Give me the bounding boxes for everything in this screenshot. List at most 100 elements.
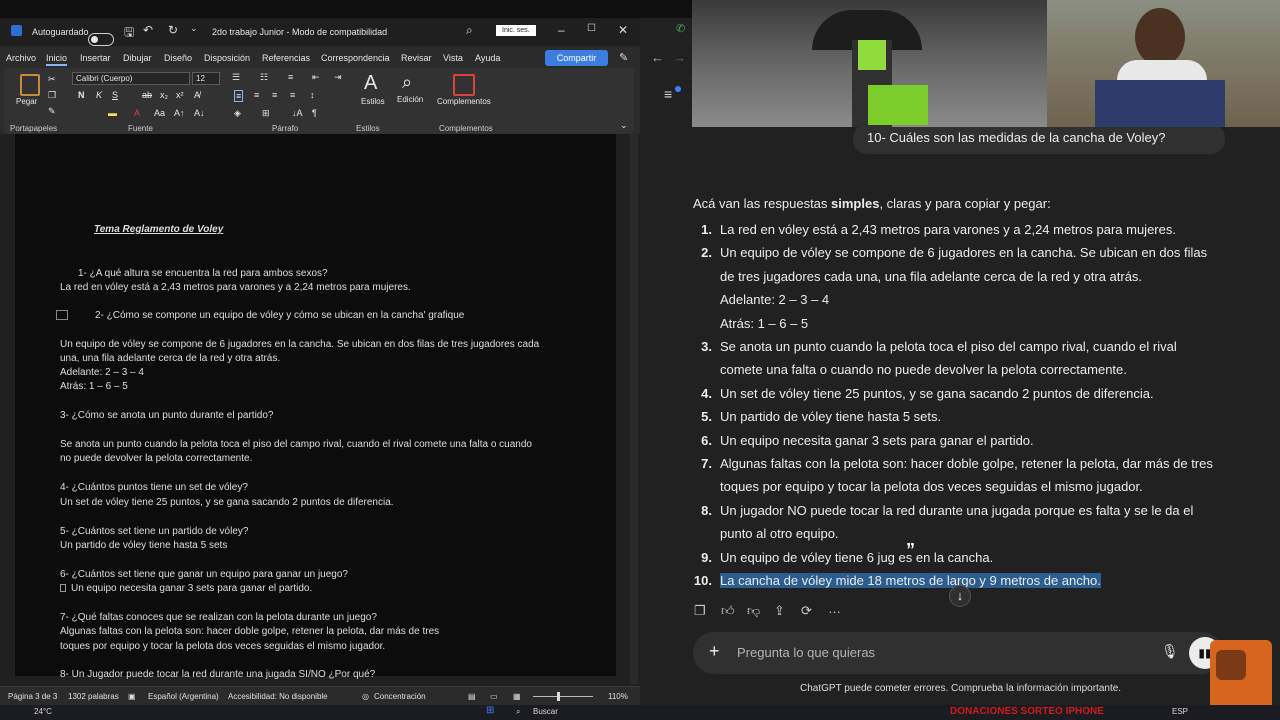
word-count[interactable]: 1302 palabras (68, 692, 119, 701)
more-icon[interactable]: … (828, 601, 841, 616)
addins-icon[interactable] (453, 74, 475, 96)
maximize-icon[interactable]: ☐ (587, 23, 596, 34)
scroll-down-icon[interactable]: ↓ (949, 585, 971, 607)
add-attachment-icon[interactable]: + (709, 641, 720, 662)
sidebar-menu-icon[interactable]: ≡ (664, 86, 672, 102)
taskbar-search-icon[interactable]: ⌕ (516, 707, 520, 717)
save-icon[interactable]: 🖫 (124, 23, 134, 44)
multilevel-icon[interactable]: ≡ (288, 72, 293, 82)
menu-tab-9[interactable]: Vista (443, 53, 463, 63)
taskbar-search[interactable]: Buscar (533, 707, 558, 716)
autosave-toggle[interactable] (88, 32, 114, 46)
font-color-icon[interactable]: A (134, 108, 140, 118)
menu-tab-6[interactable]: Referencias (262, 53, 310, 63)
menu-tab-5[interactable]: Disposición (204, 53, 250, 63)
align-center-icon[interactable]: ≡ (254, 90, 259, 100)
microphone-icon[interactable]: 🎙︎ (1161, 643, 1179, 660)
shrink-font-icon[interactable]: A↓ (194, 108, 205, 118)
sort-icon[interactable]: ↓A (292, 108, 303, 118)
copy-icon[interactable]: ❐ (48, 90, 56, 101)
grow-font-icon[interactable]: A↑ (174, 108, 185, 118)
align-left-icon[interactable]: ≡ (234, 90, 244, 102)
underline-icon[interactable]: S (112, 90, 118, 100)
align-right-icon[interactable]: ≡ (272, 90, 277, 100)
show-marks-icon[interactable]: ¶ (312, 108, 317, 118)
undo-icon[interactable]: ↶ (143, 23, 153, 37)
accessibility-status[interactable]: Accesibilidad: No disponible (228, 692, 328, 701)
signin-button[interactable]: Inic. ses. (496, 25, 536, 36)
addins-button-label[interactable]: Complementos (437, 97, 491, 106)
format-painter-icon[interactable]: ✎ (48, 106, 56, 117)
redo-icon[interactable]: ↻ (168, 23, 178, 37)
paste-icon[interactable] (20, 74, 40, 96)
italic-icon[interactable]: K (96, 90, 102, 100)
search-icon[interactable]: ⌕ (466, 23, 473, 38)
clear-format-icon[interactable]: A̸ (194, 90, 200, 100)
page-count[interactable]: Página 3 de 3 (8, 692, 57, 701)
menu-tab-10[interactable]: Ayuda (475, 53, 500, 63)
strikethrough-icon[interactable]: ab (142, 90, 152, 100)
minimize-icon[interactable]: – (558, 23, 565, 37)
weather-temp[interactable]: 24°C (34, 707, 52, 716)
styles-icon[interactable]: A (364, 72, 377, 95)
pen-icon[interactable]: ✎ (619, 51, 628, 64)
font-name-combo[interactable]: Calibri (Cuerpo) (72, 72, 190, 85)
quote-icon[interactable]: ” (906, 540, 915, 561)
document-scrollbar[interactable] (630, 134, 638, 684)
zoom-thumb[interactable] (557, 692, 560, 701)
editing-icon[interactable]: ⌕ (402, 72, 412, 93)
menu-tab-8[interactable]: Revisar (401, 53, 432, 63)
whatsapp-icon[interactable]: ✆ (676, 22, 685, 35)
language[interactable]: Español (Argentina) (148, 692, 219, 701)
share-icon[interactable]: ⇪ (774, 603, 785, 619)
forward-icon[interactable]: → (673, 50, 686, 65)
decrease-indent-icon[interactable]: ⇤ (312, 72, 320, 83)
list-marker-icon[interactable] (56, 310, 68, 320)
zoom-level[interactable]: 110% (608, 692, 628, 701)
keyboard-language[interactable]: ESP (1172, 707, 1188, 716)
borders-icon[interactable]: ⊞ (262, 108, 270, 119)
case-icon[interactable]: Aa (154, 108, 165, 118)
focus-icon[interactable]: ◎ (362, 692, 369, 701)
document-title[interactable]: 2do trabajo Junior - Modo de compatibili… (212, 27, 387, 37)
print-layout-icon[interactable]: ▭ (490, 692, 498, 701)
proofing-icon[interactable]: ▣ (128, 692, 136, 701)
menu-tab-4[interactable]: Diseño (164, 53, 192, 63)
read-mode-icon[interactable]: ▤ (468, 692, 476, 701)
back-icon[interactable]: ← (651, 50, 664, 65)
copy-icon[interactable]: ❐ (694, 603, 706, 619)
thumbs-up-icon[interactable]: 👍︎ (721, 603, 735, 619)
line-spacing-icon[interactable]: ↕ (310, 90, 315, 100)
customize-qat-icon[interactable]: ⌄ (190, 23, 198, 34)
thumbs-down-icon[interactable]: 👎︎ (747, 603, 760, 619)
highlight-icon[interactable]: ▬ (108, 108, 117, 118)
superscript-icon[interactable]: x² (176, 90, 184, 100)
styles-button-label[interactable]: Estilos (361, 97, 385, 106)
regenerate-icon[interactable]: ⟳ (801, 603, 812, 619)
composer-placeholder[interactable]: Pregunta lo que quieras (737, 645, 875, 660)
paragraph-marker-icon[interactable] (60, 584, 66, 592)
menu-tab-3[interactable]: Dibujar (123, 53, 152, 63)
close-icon[interactable]: ✕ (618, 23, 628, 37)
increase-indent-icon[interactable]: ⇥ (334, 72, 342, 83)
editing-button-label[interactable]: Edición (397, 95, 423, 104)
menu-tab-0[interactable]: Archivo (6, 53, 36, 63)
font-size-combo[interactable]: 12 (192, 72, 220, 85)
menu-tab-1[interactable]: Inicio (46, 53, 68, 66)
web-layout-icon[interactable]: ▦ (513, 692, 521, 701)
subscript-icon[interactable]: x₂ (160, 90, 168, 100)
menu-tab-2[interactable]: Insertar (80, 53, 111, 63)
numbering-icon[interactable]: ☷ (260, 72, 268, 83)
focus-mode[interactable]: Concentración (374, 692, 426, 701)
zoom-slider[interactable] (533, 696, 593, 697)
bold-icon[interactable]: N (78, 90, 85, 100)
cut-icon[interactable]: ✂ (48, 74, 56, 85)
justify-icon[interactable]: ≡ (290, 90, 295, 100)
windows-start-icon[interactable]: ⊞ (486, 705, 494, 716)
menu-tab-7[interactable]: Correspondencia (321, 53, 390, 63)
share-button[interactable]: Compartir (545, 50, 608, 66)
bullets-icon[interactable]: ☰ (232, 72, 240, 83)
document-page[interactable]: Tema Reglamento de Voley 1- ¿A qué altur… (15, 134, 616, 680)
collapse-ribbon-icon[interactable]: ⌄ (620, 120, 628, 131)
chat-composer[interactable]: + Pregunta lo que quieras 🎙︎ ▮▮ (693, 632, 1223, 674)
